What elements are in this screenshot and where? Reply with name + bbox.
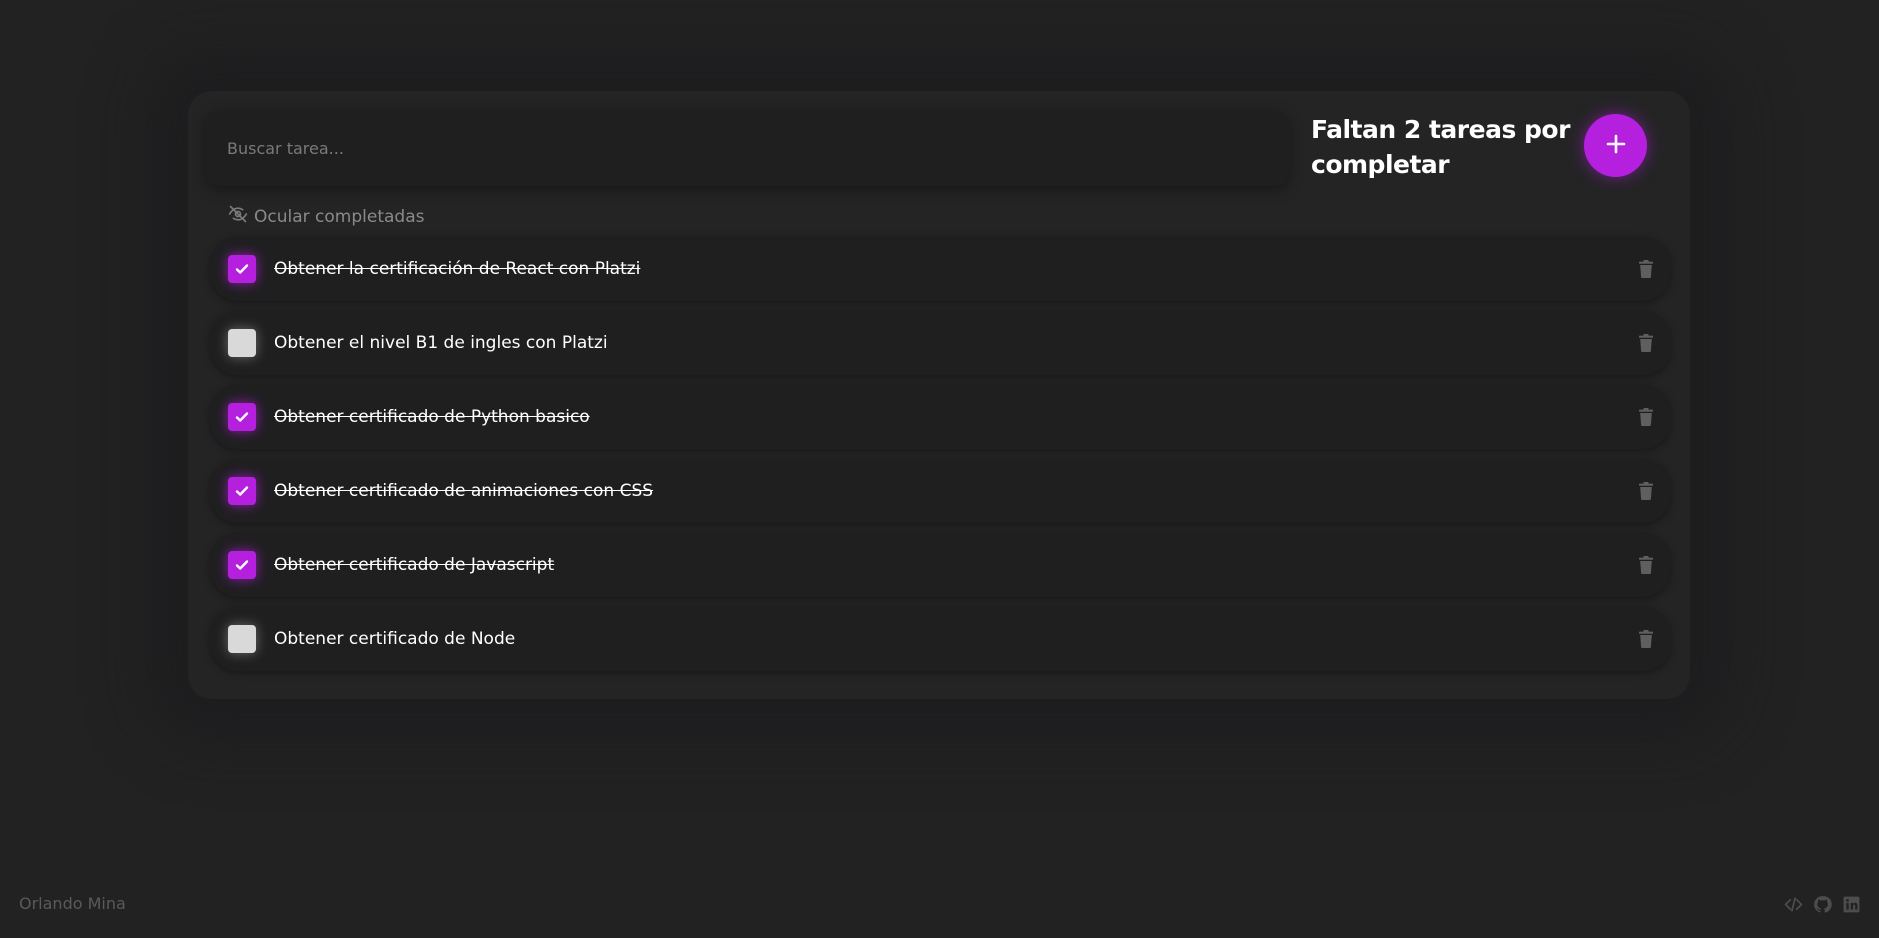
search-input[interactable] xyxy=(205,110,1289,186)
trash-icon[interactable] xyxy=(1639,630,1653,648)
todo-text: Obtener el nivel B1 de ingles con Platzi xyxy=(274,333,608,353)
todo-text: Obtener certificado de Node xyxy=(274,629,516,649)
todo-checkbox[interactable] xyxy=(228,551,256,579)
code-icon[interactable] xyxy=(1784,895,1803,914)
todo-item: Obtener certificado de Node xyxy=(210,607,1671,671)
hide-completed-label: Ocular completadas xyxy=(254,206,425,227)
trash-icon[interactable] xyxy=(1639,334,1653,352)
todo-counter: Faltan 2 tareas por completar xyxy=(1311,115,1570,179)
eye-slash-icon xyxy=(228,204,248,229)
todo-item: Obtener la certificación de React con Pl… xyxy=(210,237,1671,301)
check-icon xyxy=(234,261,250,277)
todo-checkbox[interactable] xyxy=(228,255,256,283)
plus-icon xyxy=(1605,133,1627,159)
hide-completed-toggle[interactable]: Ocular completadas xyxy=(228,204,424,229)
trash-icon[interactable] xyxy=(1639,556,1653,574)
todo-text: Obtener certificado de Javascript xyxy=(274,555,555,575)
todo-item: Obtener certificado de animaciones con C… xyxy=(210,459,1671,523)
todo-checkbox[interactable] xyxy=(228,403,256,431)
todo-list: Obtener la certificación de React con Pl… xyxy=(210,237,1671,681)
app-page: Faltan 2 tareas por completar Ocular com… xyxy=(0,0,1879,938)
todo-checkbox[interactable] xyxy=(228,625,256,653)
check-icon xyxy=(234,557,250,573)
check-icon xyxy=(234,483,250,499)
trash-icon[interactable] xyxy=(1639,408,1653,426)
trash-icon[interactable] xyxy=(1639,482,1653,500)
todo-item: Obtener certificado de Javascript xyxy=(210,533,1671,597)
footer-author: Orlando Mina xyxy=(19,894,126,913)
todo-text: Obtener certificado de animaciones con C… xyxy=(274,481,654,501)
linkedin-icon[interactable] xyxy=(1842,895,1861,914)
todo-checkbox[interactable] xyxy=(228,477,256,505)
todo-item: Obtener certificado de Python basico xyxy=(210,385,1671,449)
todo-text: Obtener la certificación de React con Pl… xyxy=(274,259,641,279)
todo-text: Obtener certificado de Python basico xyxy=(274,407,590,427)
github-icon[interactable] xyxy=(1813,895,1832,914)
todo-checkbox[interactable] xyxy=(228,329,256,357)
trash-icon[interactable] xyxy=(1639,260,1653,278)
todo-item: Obtener el nivel B1 de ingles con Platzi xyxy=(210,311,1671,375)
add-todo-button[interactable] xyxy=(1584,114,1647,177)
check-icon xyxy=(234,409,250,425)
footer-links xyxy=(1784,895,1861,914)
